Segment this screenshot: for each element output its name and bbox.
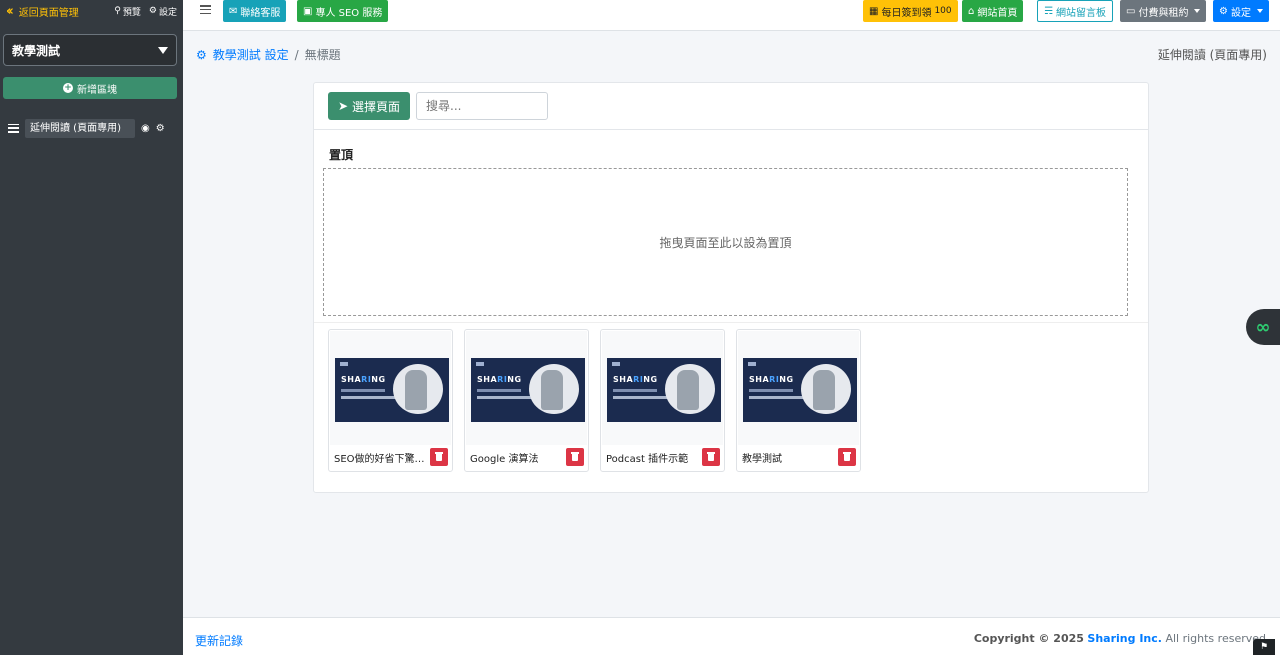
changelog-link[interactable]: 更新記錄 [195, 632, 243, 649]
copyright: Copyright © 2025 Sharing Inc. All rights… [974, 632, 1266, 645]
pinned-title: 置頂 [329, 148, 354, 162]
breadcrumb: ⚙ 教學測試 設定 / 無標題 [196, 46, 341, 63]
menu-toggle[interactable] [200, 5, 211, 14]
top-navbar: ✉ 聯絡客服 ▣ 專人 SEO 服務 ▦ 每日簽到領 100 ⌂ 網站首頁 ☴ … [183, 0, 1280, 31]
page-item-card[interactable]: SHARING Google 演算法 [464, 329, 589, 472]
settings-dropdown[interactable]: ⚙ 設定 [1213, 0, 1269, 22]
infinity-icon[interactable]: ∞ [1246, 309, 1280, 345]
drag-handle-icon[interactable] [8, 123, 19, 133]
breadcrumb-separator: / [294, 47, 299, 62]
divider [314, 322, 1148, 323]
selected-page-value: 教學測試 [12, 43, 61, 58]
checkin-label: 每日簽到領 [881, 7, 932, 19]
page-type-hint: 延伸閱讀 (頁面專用) [1157, 48, 1267, 62]
page-item-name: SEO做的好省下驚人... [334, 454, 428, 465]
back-label: 返回頁面管理 [18, 7, 79, 19]
drop-hint: 拖曳頁面至此以設為置頂 [659, 235, 792, 250]
contact-support-button[interactable]: ✉ 聯絡客服 [223, 0, 287, 22]
trash-icon[interactable] [430, 448, 448, 466]
preview-link[interactable]: ⚲ 預覽 [114, 5, 141, 18]
line-icon: ▣ [303, 5, 313, 17]
add-block-button[interactable]: + 新增區塊 [3, 77, 177, 99]
page-item-name: Podcast 插件示範 [606, 454, 689, 465]
settings-label: 設定 [1230, 7, 1251, 19]
thumbnail-brand-text: SHARING [613, 375, 658, 384]
billing-dropdown[interactable]: ▭ 付費與租約 [1120, 0, 1207, 22]
envelope-icon: ✉ [229, 5, 238, 17]
page-thumbnail: SHARING [738, 331, 859, 445]
page-thumbnail: SHARING [466, 331, 587, 445]
plus-circle-icon: + [63, 83, 73, 93]
footer: 更新記錄 Copyright © 2025 Sharing Inc. All r… [183, 617, 1280, 655]
thumbnail-image: SHARING [335, 358, 449, 422]
company-link[interactable]: Sharing Inc. [1087, 632, 1162, 645]
gear-icon: ⚙ [148, 6, 157, 16]
page-item-card[interactable]: SHARING Podcast 插件示範 [600, 329, 725, 472]
gear-icon[interactable]: ⚙ [156, 123, 165, 134]
select-page-label: 選擇頁面 [352, 99, 401, 114]
trash-icon[interactable] [566, 448, 584, 466]
page-item-card[interactable]: SHARING SEO做的好省下驚人... [328, 329, 453, 472]
daily-checkin-button[interactable]: ▦ 每日簽到領 100 [863, 0, 958, 22]
sidebar-top-bar: ‹‹ 返回頁面管理 ⚲ 預覽 ⚙ 設定 [0, 0, 183, 22]
block-list-item[interactable]: 延伸閱讀 (頁面專用) ◉ ⚙ [8, 118, 176, 138]
select-page-button[interactable]: ➤ 選擇頁面 [328, 92, 410, 120]
guestbook-button[interactable]: ☴ 網站留言板 [1037, 0, 1113, 22]
thumbnail-image: SHARING [743, 358, 857, 422]
thumbnail-image: SHARING [471, 358, 585, 422]
thumbnail-image: SHARING [607, 358, 721, 422]
home-icon: ⌂ [968, 5, 975, 17]
eye-icon[interactable]: ◉ [141, 123, 150, 134]
breadcrumb-current: 無標題 [304, 48, 341, 62]
search-input[interactable] [416, 92, 548, 120]
add-block-label: 新增區塊 [77, 84, 117, 96]
preview-label: 預覽 [122, 7, 141, 18]
caret-down-icon [158, 46, 168, 54]
thumbnail-brand-text: SHARING [477, 375, 522, 384]
sidebar: ‹‹ 返回頁面管理 ⚲ 預覽 ⚙ 設定 教學測試 + 新增區塊 延伸閱讀 (頁面… [0, 0, 183, 655]
settings-link[interactable]: ⚙ 設定 [149, 5, 177, 18]
gear-icon: ⚙ [1219, 5, 1228, 17]
back-to-pages-link[interactable]: ‹‹ 返回頁面管理 [6, 4, 79, 19]
copyright-prefix: Copyright © 2025 [973, 632, 1084, 645]
page-item-card[interactable]: SHARING 教學測試 [736, 329, 861, 472]
pointer-icon: ➤ [337, 99, 349, 113]
card-header: ➤ 選擇頁面 [314, 83, 1148, 130]
settings-label: 設定 [158, 7, 177, 18]
billing-label: 付費與租約 [1138, 7, 1189, 19]
hamburger-icon [200, 5, 211, 14]
comments-icon: ☴ [1044, 5, 1053, 17]
block-item-label[interactable]: 延伸閱讀 (頁面專用) [25, 118, 135, 138]
page-items-list: SHARING SEO做的好省下驚人... SHARING Google 演算法 [328, 329, 861, 472]
calendar-icon: ▦ [869, 5, 879, 17]
double-chevron-left-icon: ‹‹ [6, 3, 14, 19]
search-icon: ⚲ [114, 6, 121, 16]
checkin-count: 100 [934, 6, 952, 16]
breadcrumb-root-link[interactable]: 教學測試 設定 [213, 46, 289, 63]
trash-icon[interactable] [702, 448, 720, 466]
block-editor-card: ➤ 選擇頁面 置頂 拖曳頁面至此以設為置頂 SHARING SEO做的好省下驚人… [313, 82, 1149, 493]
site-home-button[interactable]: ⌂ 網站首頁 [962, 0, 1024, 22]
thumbnail-brand-text: SHARING [749, 375, 794, 384]
page-item-name: 教學測試 [742, 454, 782, 465]
seo-label: 專人 SEO 服務 [315, 7, 383, 19]
guestbook-label: 網站留言板 [1055, 7, 1106, 19]
page-thumbnail: SHARING [602, 331, 723, 445]
gear-icon: ⚙ [196, 47, 207, 62]
seo-service-button[interactable]: ▣ 專人 SEO 服務 [297, 0, 389, 22]
home-label: 網站首頁 [977, 7, 1018, 19]
copyright-suffix: All rights reserved [1165, 632, 1266, 645]
page-item-name: Google 演算法 [470, 454, 539, 465]
trash-icon[interactable] [838, 448, 856, 466]
translate-icon[interactable]: ⚑ [1253, 639, 1275, 655]
credit-card-icon: ▭ [1126, 5, 1136, 17]
thumbnail-brand-text: SHARING [341, 375, 386, 384]
contact-label: 聯絡客服 [240, 7, 281, 19]
page-select[interactable]: 教學測試 [3, 34, 177, 66]
page-thumbnail: SHARING [330, 331, 451, 445]
pinned-drop-zone[interactable]: 拖曳頁面至此以設為置頂 [323, 168, 1128, 316]
